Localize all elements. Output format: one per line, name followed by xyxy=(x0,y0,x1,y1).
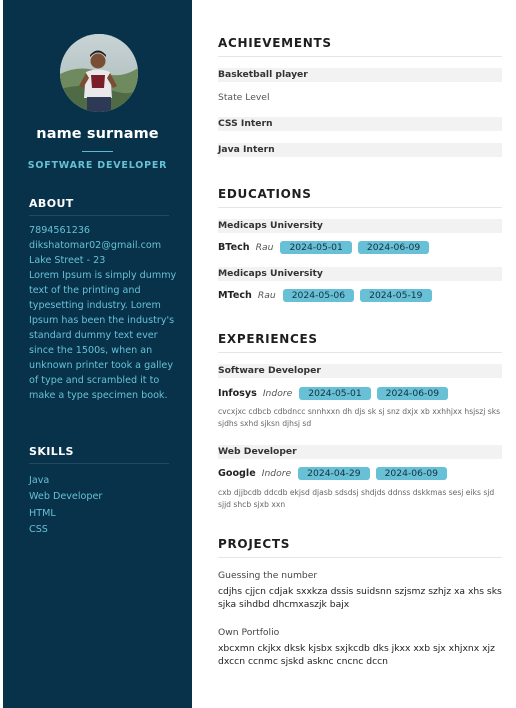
main-column: ACHIEVEMENTS Basketball player State Lev… xyxy=(218,0,502,708)
skill-item: Web Developer xyxy=(29,491,103,503)
educations-divider xyxy=(218,207,502,208)
education-degree: MTech xyxy=(218,289,252,301)
end-date-badge: 2024-06-09 xyxy=(357,240,430,254)
experience-row: Infosys Indore 2024-05-01 2024-06-09 xyxy=(218,386,454,400)
start-date-badge: 2024-04-29 xyxy=(298,466,370,480)
experience-description: cxb djjbcdb ddcdb ekjsd djasb sdsdsj shd… xyxy=(218,488,495,509)
projects-divider xyxy=(218,557,502,558)
project-name: Own Portfolio xyxy=(218,627,280,638)
resume-page: name surname SOFTWARE DEVELOPER ABOUT 78… xyxy=(0,0,516,708)
profile-photo-icon xyxy=(60,34,138,112)
education-degree: BTech xyxy=(218,241,250,253)
skill-item: Java xyxy=(29,475,50,486)
name-divider xyxy=(82,151,113,152)
email-address: dikshatomar02@gmail.com xyxy=(29,240,162,251)
experience-description: cvcxjxc cdbcb cdbdncc snnhxxn dh djs sk … xyxy=(218,407,501,428)
educations-heading: EDUCATIONS xyxy=(218,187,312,201)
skill-item: HTML xyxy=(29,507,56,519)
experience-title: Software Developer xyxy=(218,364,502,378)
skills-divider xyxy=(29,463,169,464)
start-date-badge: 2024-05-01 xyxy=(280,240,352,254)
education-row: MTech Rau 2024-05-06 2024-05-19 xyxy=(218,288,438,302)
about-heading: ABOUT xyxy=(29,197,74,210)
end-date-badge: 2024-06-09 xyxy=(375,466,447,480)
project-description: cdjhs cjjcn cdjak sxxkza dssis suidsnn s… xyxy=(218,586,502,610)
about-bio: Lorem Ipsum is simply dummy text of the … xyxy=(29,270,177,401)
project-name: Guessing the number xyxy=(218,570,318,581)
skills-list: Java Web Developer HTML CSS xyxy=(29,473,179,538)
achievement-title: CSS Intern xyxy=(218,117,502,131)
education-institution: Medicaps University xyxy=(218,267,502,281)
achievement-detail: State Level xyxy=(218,92,270,103)
achievement-title: Java Intern xyxy=(218,143,502,157)
end-date-badge: 2024-05-19 xyxy=(360,288,432,302)
skill-item: CSS xyxy=(29,523,48,535)
end-date-badge: 2024-06-09 xyxy=(376,386,449,400)
experience-title: Web Developer xyxy=(218,445,502,459)
experience-location: Indore xyxy=(261,467,292,479)
experience-company: Infosys xyxy=(218,387,257,399)
experience-row: Google Indore 2024-04-29 2024-06-09 xyxy=(218,466,453,480)
about-divider xyxy=(29,215,169,216)
education-institution: Medicaps University xyxy=(218,219,502,233)
achievement-title: Basketball player xyxy=(218,68,502,82)
projects-heading: PROJECTS xyxy=(218,537,291,551)
start-date-badge: 2024-05-01 xyxy=(299,386,371,400)
street-address: Lake Street - 23 xyxy=(29,255,106,266)
about-section: 7894561236 dikshatomar02@gmail.com Lake … xyxy=(29,223,179,403)
experiences-divider xyxy=(218,352,502,353)
education-location: Rau xyxy=(255,241,274,253)
phone-number: 7894561236 xyxy=(29,225,91,236)
skills-heading: SKILLS xyxy=(29,445,74,458)
start-date-badge: 2024-05-06 xyxy=(282,288,355,302)
achievements-heading: ACHIEVEMENTS xyxy=(218,36,332,50)
experience-company: Google xyxy=(218,467,256,479)
project-description: xbcxmn ckjkx dksk kjsbx sxjkcdb dks jkxx… xyxy=(218,643,495,667)
avatar xyxy=(60,34,138,112)
candidate-role: SOFTWARE DEVELOPER xyxy=(27,160,168,171)
experience-location: Indore xyxy=(262,387,293,399)
experiences-heading: EXPERIENCES xyxy=(218,332,318,346)
education-location: Rau xyxy=(257,289,276,301)
sidebar: name surname SOFTWARE DEVELOPER ABOUT 78… xyxy=(3,0,192,708)
achievements-divider xyxy=(218,56,502,57)
candidate-name: name surname xyxy=(36,126,159,142)
education-row: BTech Rau 2024-05-01 2024-06-09 xyxy=(218,240,435,254)
